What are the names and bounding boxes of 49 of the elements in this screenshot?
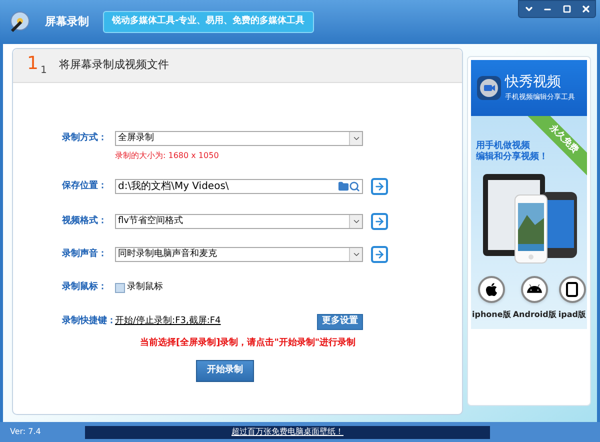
checkbox-label: 录制鼠标 xyxy=(127,280,163,294)
platform-label: ipad版 xyxy=(558,308,586,320)
start-record-button[interactable]: 开始录制 xyxy=(196,360,254,382)
caret-icon xyxy=(349,248,362,261)
camera-app-icon xyxy=(476,75,502,101)
version-label: Ver: 7.4 xyxy=(10,426,42,438)
next-button[interactable] xyxy=(371,178,388,195)
checkbox[interactable] xyxy=(115,282,125,292)
folder-icon[interactable] xyxy=(338,181,349,192)
arrow-right-icon xyxy=(374,249,385,260)
platform-button[interactable] xyxy=(521,276,548,302)
size-note: 录制的大小为: 1680 x 1050 xyxy=(115,150,220,162)
step-number: 1 xyxy=(27,55,38,73)
search-icon[interactable] xyxy=(349,181,360,192)
next-button[interactable] xyxy=(371,213,388,230)
path-field[interactable]: d:\我的文档\My Videos\ xyxy=(115,179,363,194)
caret-icon xyxy=(524,4,534,14)
field-label: 录制声音： xyxy=(62,248,108,261)
hotkey-link[interactable]: 开始/停止录制:F3,截屏:F4 xyxy=(115,314,221,328)
tablet-icon xyxy=(566,282,578,296)
platform-label: Android版 xyxy=(512,308,556,320)
dropdown[interactable]: 全屏录制 xyxy=(115,131,363,146)
brand-name: 快秀视频 xyxy=(505,74,562,92)
field-label: 录制鼠标： xyxy=(62,280,108,294)
dropdown[interactable]: flv节省空间格式 xyxy=(115,214,363,229)
dropdown[interactable]: 同时录制电脑声音和麦克 xyxy=(115,247,363,262)
app-logo xyxy=(9,11,31,33)
more-settings-button[interactable]: 更多设置 xyxy=(317,314,363,330)
arrow-right-icon xyxy=(374,216,385,227)
arrow-right-icon xyxy=(374,181,385,192)
apple-icon xyxy=(484,282,499,296)
platform-button[interactable] xyxy=(558,276,586,302)
warning-text: 当前选择[全屏录制]录制，请点击"开始录制"进行录制 xyxy=(140,337,357,350)
platform-button[interactable] xyxy=(478,276,505,302)
next-button[interactable] xyxy=(371,246,388,263)
close-icon xyxy=(580,4,590,14)
field-label: 视频格式： xyxy=(62,214,108,228)
wallpaper-link[interactable]: 超过百万张免费电脑桌面壁纸！ xyxy=(232,426,344,438)
step-title: 将屏幕录制成视频文件 xyxy=(58,57,169,74)
step-total: 1 xyxy=(40,64,47,78)
caret-icon xyxy=(349,215,362,228)
field-label: 录制快捷键： xyxy=(62,314,115,328)
field-label: 录制方式： xyxy=(62,132,108,145)
window-title: 屏幕录制 xyxy=(45,14,89,30)
caret-icon xyxy=(349,132,362,145)
maximize-icon xyxy=(562,5,570,13)
field-label: 保存位置： xyxy=(62,180,108,193)
slogan-banner: 锐动多媒体工具-专业、易用、免费的多媒体工具 xyxy=(103,11,314,33)
platform-label: iphone版 xyxy=(472,308,511,320)
